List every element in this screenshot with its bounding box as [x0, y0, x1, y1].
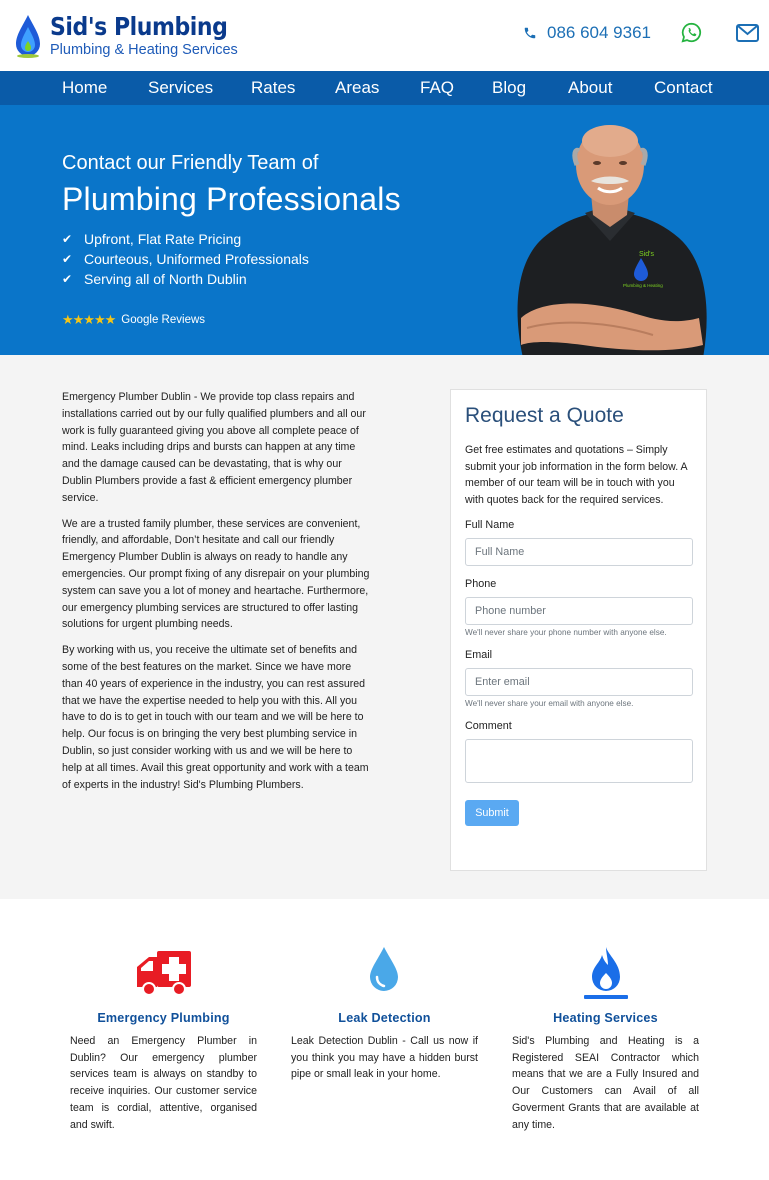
hero-benefits: ✔ Upfront, Flat Rate Pricing ✔ Courteous, …	[62, 229, 309, 289]
nav-about[interactable]: About	[568, 78, 612, 98]
benefit-item: ✔ Serving all of North Dublin	[62, 271, 247, 287]
submit-button[interactable]: Submit	[465, 799, 519, 826]
nav-rates[interactable]: Rates	[251, 78, 295, 98]
hero-banner: Contact our Friendly Team of Plumbing Pr…	[0, 105, 769, 355]
flame-drop-logo-icon	[16, 14, 40, 58]
hero-title: Plumbing Professionals	[62, 181, 401, 217]
main-content: Emergency Plumber Dublin - We provide to…	[0, 355, 769, 899]
service-card-emergency[interactable]: Emergency Plumbing Need an Emergency Plu…	[70, 899, 257, 1180]
service-title: Emergency Plumbing	[97, 1011, 230, 1025]
brand-tagline: Plumbing & Heating Services	[50, 41, 238, 58]
benefit-item: ✔ Courteous, Uniformed Professionals	[62, 251, 309, 267]
phone-label: Phone	[465, 577, 497, 590]
brand-name: Sid's Plumbing	[50, 11, 228, 41]
nav-services[interactable]: Services	[148, 78, 213, 98]
service-card-heating[interactable]: Heating Services Sid's Plumbing and Heat…	[512, 899, 699, 1180]
comment-textarea[interactable]	[465, 738, 693, 783]
ambulance-icon	[137, 951, 191, 996]
intro-paragraph: Emergency Plumber Dublin - We provide to…	[62, 391, 366, 504]
service-description: Leak Detection Dublin - Call us now if y…	[291, 1035, 478, 1081]
phone-help-text: We'll never share your phone number with…	[465, 627, 667, 637]
email-help-text: We'll never share your email with anyone…	[465, 698, 634, 708]
service-title: Leak Detection	[338, 1011, 431, 1025]
intro-copy: Emergency Plumber Dublin - We provide to…	[62, 389, 374, 802]
gas-flame-icon	[584, 947, 628, 999]
phone-icon	[524, 27, 536, 38]
check-icon: ✔	[62, 272, 73, 286]
check-icon: ✔	[62, 232, 73, 246]
hero-subtitle: Contact our Friendly Team of	[62, 152, 319, 174]
full-name-label: Full Name	[465, 518, 515, 531]
shirt-badge-label: Sid's	[639, 251, 654, 258]
phone-input[interactable]	[465, 596, 693, 625]
nav-home[interactable]: Home	[62, 78, 107, 98]
phone-link[interactable]: 086 604 9361	[523, 23, 651, 43]
quote-intro: Get free estimates and quotations – Simp…	[465, 444, 687, 507]
quote-title: Request a Quote	[465, 404, 624, 427]
main-nav: Home Services Rates Areas FAQ Blog About…	[0, 71, 769, 105]
water-drop-icon	[370, 947, 398, 991]
benefit-item: ✔ Upfront, Flat Rate Pricing	[62, 231, 242, 247]
whatsapp-icon[interactable]	[681, 22, 702, 43]
nav-faq[interactable]: FAQ	[420, 78, 454, 98]
shirt-text-label: Plumbing & Heating	[623, 283, 663, 288]
intro-paragraph: We are a trusted family plumber, these s…	[62, 517, 370, 631]
email-input[interactable]	[465, 667, 693, 696]
service-description: Need an Emergency Plumber in Dublin? Our…	[70, 1035, 257, 1131]
google-reviews-link[interactable]: ★★★★★ Google Reviews	[62, 312, 205, 328]
intro-paragraph: By working with us, you receive the ulti…	[62, 644, 369, 791]
plumber-photo: Sid's Plumbing & Heating	[517, 125, 707, 355]
mail-icon[interactable]	[736, 23, 759, 42]
service-card-leak[interactable]: Leak Detection Leak Detection Dublin - C…	[291, 899, 478, 1180]
star-rating-icon: ★★★★★	[62, 312, 116, 327]
site-header: Sid's Plumbing Plumbing & Heating Servic…	[0, 0, 769, 71]
full-name-input[interactable]	[465, 537, 693, 566]
check-icon: ✔	[62, 252, 73, 266]
nav-blog[interactable]: Blog	[492, 78, 526, 98]
services-section: Emergency Plumbing Need an Emergency Plu…	[0, 899, 769, 1180]
service-title: Heating Services	[553, 1011, 658, 1025]
nav-contact[interactable]: Contact	[654, 78, 713, 98]
quote-form: Request a Quote Get free estimates and q…	[450, 389, 707, 871]
nav-areas[interactable]: Areas	[335, 78, 379, 98]
phone-number: 086 604 9361	[547, 22, 651, 42]
service-description: Sid's Plumbing and Heating is a Register…	[512, 1035, 699, 1131]
comment-label: Comment	[465, 719, 512, 732]
reviews-label: Google Reviews	[121, 314, 206, 326]
logo[interactable]: Sid's Plumbing Plumbing & Heating Servic…	[14, 11, 252, 59]
email-label: Email	[465, 648, 492, 661]
